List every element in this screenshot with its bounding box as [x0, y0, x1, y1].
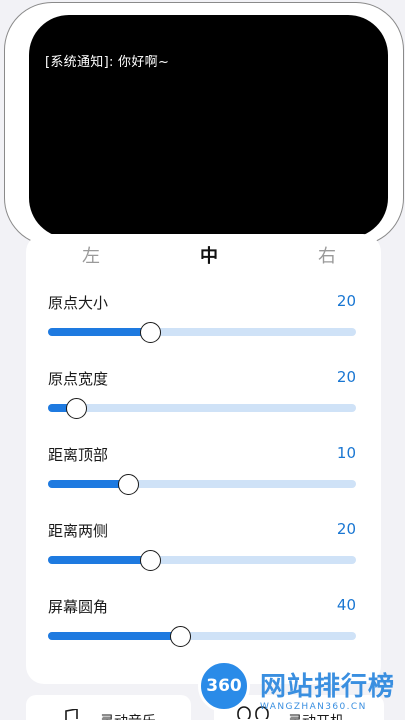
tab-align-left[interactable]: 左: [82, 242, 100, 268]
slider-screen-radius: 屏幕圆角 40: [48, 596, 358, 648]
slider-value: 20: [336, 292, 356, 310]
slider-fill: [48, 480, 129, 488]
slider-thumb[interactable]: [118, 474, 140, 495]
preview-screen: [系统通知]: 你好啊~: [29, 15, 388, 238]
slider-track[interactable]: [48, 550, 356, 571]
slider-fill: [48, 328, 150, 336]
slider-thumb[interactable]: [170, 626, 192, 647]
dynamic-music-card[interactable]: 灵动音乐: [26, 695, 191, 720]
alignment-tabs: 左 中 右: [26, 242, 381, 268]
slider-dot-width: 原点宽度 20: [48, 368, 358, 420]
slider-label: 屏幕圆角: [48, 598, 109, 616]
slider-label: 距离顶部: [48, 446, 109, 464]
slider-track[interactable]: [48, 322, 356, 343]
slider-track[interactable]: [48, 474, 356, 495]
slider-thumb[interactable]: [139, 550, 161, 571]
slider-label: 原点宽度: [48, 370, 109, 388]
slider-label: 距离两侧: [48, 522, 109, 540]
slider-side-distance: 距离两侧 20: [48, 520, 358, 572]
slider-track[interactable]: [48, 398, 356, 419]
watermark-title: 网站排行榜: [260, 672, 396, 702]
slider-value: 40: [336, 596, 356, 614]
dynamic-music-label: 灵动音乐: [100, 711, 156, 720]
slider-value: 20: [336, 520, 356, 538]
slider-value: 20: [336, 368, 356, 386]
slider-label: 原点大小: [48, 294, 109, 312]
phone-preview-frame: [系统通知]: 你好啊~: [4, 2, 404, 246]
watermark: 360 网站排行榜 WANGZHAN360.CN: [198, 660, 403, 720]
slider-fill: [48, 632, 181, 640]
music-note-icon: [65, 709, 78, 720]
slider-dot-size: 原点大小 20: [48, 292, 358, 344]
watermark-subtitle: WANGZHAN360.CN: [260, 702, 367, 712]
slider-thumb[interactable]: [139, 322, 161, 343]
slider-top-distance: 距离顶部 10: [48, 444, 358, 496]
notification-text: [系统通知]: 你好啊~: [45, 55, 170, 70]
watermark-logo: 360: [198, 660, 250, 712]
tab-align-center[interactable]: 中: [200, 242, 218, 268]
slider-value: 10: [336, 444, 356, 462]
settings-card: 左 中 右 原点大小 20 原点宽度 20 距离顶部 10 距离两侧 20 屏幕…: [26, 234, 381, 684]
slider-fill: [48, 556, 150, 564]
slider-track[interactable]: [48, 626, 356, 647]
tab-align-right[interactable]: 右: [318, 242, 336, 268]
slider-thumb[interactable]: [65, 398, 87, 419]
